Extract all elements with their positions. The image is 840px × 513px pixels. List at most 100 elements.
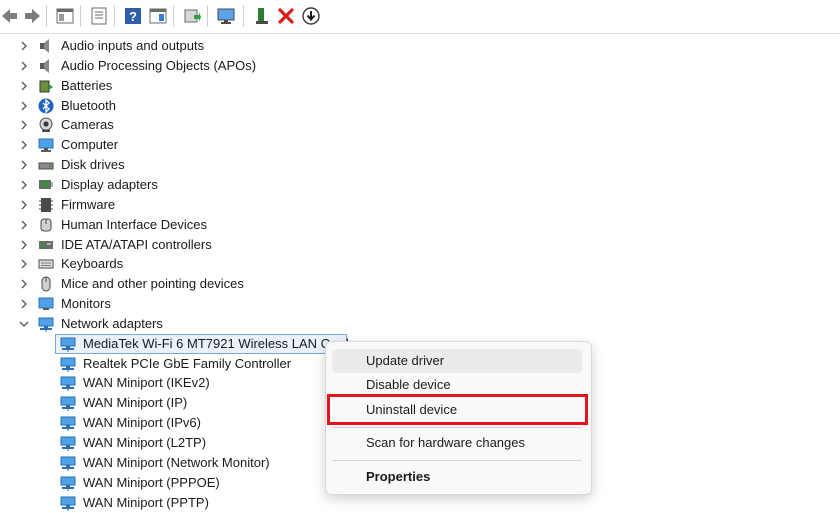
menu-item-scan-hardware[interactable]: Scan for hardware changes — [332, 431, 582, 455]
disk-drive-icon — [38, 162, 54, 170]
chevron-right-icon[interactable] — [18, 219, 30, 231]
action-pane-icon[interactable] — [148, 6, 168, 26]
red-x-icon[interactable] — [276, 6, 296, 26]
menu-item-uninstall-device[interactable]: Uninstall device — [332, 398, 582, 422]
chevron-right-icon[interactable] — [18, 239, 30, 251]
context-menu: Update driver Disable device Uninstall d… — [325, 341, 592, 495]
battery-icon — [39, 80, 53, 93]
mouse-icon — [41, 276, 51, 292]
down-arrow-circle-icon[interactable] — [301, 6, 321, 26]
menu-item-label: Scan for hardware changes — [366, 435, 525, 450]
tree-category[interactable]: Network adapters — [0, 314, 840, 334]
toolbar-separator — [46, 5, 47, 27]
tree-category[interactable]: Mice and other pointing devices — [0, 274, 840, 294]
tree-category-label: Monitors — [61, 296, 111, 311]
network-adapter-icon — [60, 337, 76, 352]
chevron-right-icon[interactable] — [18, 119, 30, 131]
help-icon[interactable]: ? — [123, 6, 143, 26]
hid-icon — [40, 218, 52, 232]
tree-category-label: Mice and other pointing devices — [61, 276, 244, 291]
tree-category[interactable]: Firmware — [0, 195, 840, 215]
tree-device-label: WAN Miniport (Network Monitor) — [83, 455, 270, 470]
properties-sheet-icon[interactable] — [89, 6, 109, 26]
monitor-scan-icon[interactable] — [216, 6, 236, 26]
console-tree-icon[interactable] — [55, 6, 75, 26]
keyboard-icon — [38, 259, 54, 269]
menu-item-disable-device[interactable]: Disable device — [332, 373, 582, 397]
speaker-icon — [40, 39, 49, 53]
chevron-right-icon[interactable] — [18, 80, 30, 92]
monitor-icon — [38, 297, 54, 310]
tree-category[interactable]: Human Interface Devices — [0, 215, 840, 235]
tree-category[interactable]: Batteries — [0, 76, 840, 96]
menu-item-properties[interactable]: Properties — [332, 465, 582, 489]
tree-category[interactable]: Bluetooth — [0, 96, 840, 116]
chevron-right-icon[interactable] — [18, 258, 30, 270]
tree-category-label: Computer — [61, 137, 119, 152]
tree-device-label: WAN Miniport (IP) — [83, 395, 188, 410]
tree-category-label: Display adapters — [61, 177, 158, 192]
chevron-right-icon[interactable] — [18, 60, 30, 72]
display-adapter-icon — [39, 180, 53, 189]
tree-category-label: Batteries — [61, 78, 113, 93]
chevron-right-icon[interactable] — [18, 298, 30, 310]
ide-controller-icon — [39, 241, 53, 249]
update-driver-icon[interactable] — [182, 6, 202, 26]
computer-icon — [38, 138, 54, 152]
tree-category-label: Firmware — [61, 197, 116, 212]
tree-device-label: WAN Miniport (IPv6) — [83, 415, 201, 430]
menu-item-label: Update driver — [366, 353, 445, 368]
tree-category[interactable]: Monitors — [0, 294, 840, 314]
chevron-right-icon[interactable] — [18, 199, 30, 211]
speaker-icon — [40, 59, 49, 73]
tree-category-label: Bluetooth — [61, 98, 116, 113]
chevron-right-icon[interactable] — [18, 40, 30, 52]
tree-category[interactable]: Disk drives — [0, 155, 840, 175]
chevron-right-icon[interactable] — [18, 278, 30, 290]
tree-category[interactable]: IDE ATA/ATAPI controllers — [0, 235, 840, 255]
toolbar-separator — [173, 5, 174, 27]
network-adapter-icon — [60, 436, 76, 451]
tree-category[interactable]: Keyboards — [0, 254, 840, 274]
menu-item-label: Disable device — [366, 377, 451, 392]
tree-category-label: Human Interface Devices — [61, 217, 207, 232]
chevron-right-icon[interactable] — [18, 159, 30, 171]
menu-item-update-driver[interactable]: Update driver — [332, 349, 582, 373]
chevron-right-icon[interactable] — [18, 179, 30, 191]
network-adapter-icon — [38, 317, 54, 332]
chevron-right-icon[interactable] — [18, 139, 30, 151]
tree-category-label: Audio Processing Objects (APOs) — [61, 58, 257, 73]
chevron-right-icon[interactable] — [18, 100, 30, 112]
toolbar: ? — [0, 0, 840, 34]
menu-separator — [332, 460, 582, 461]
network-adapter-icon — [60, 456, 76, 471]
tree-device-label: MediaTek Wi-Fi 6 MT7921 Wireless LAN Car… — [83, 336, 349, 351]
tree-category[interactable]: Audio Processing Objects (APOs) — [0, 56, 840, 76]
tree-category-label: Audio inputs and outputs — [61, 38, 205, 53]
network-adapter-icon — [60, 376, 76, 391]
toolbar-separator — [80, 5, 81, 27]
tree-device-label: WAN Miniport (IKEv2) — [83, 375, 210, 390]
tree-device-label: WAN Miniport (PPPOE) — [83, 475, 220, 490]
tree-device-label: WAN Miniport (L2TP) — [83, 435, 207, 450]
tree-device-item[interactable]: WAN Miniport (PPTP) — [0, 493, 840, 513]
toolbar-separator — [243, 5, 244, 27]
bluetooth-icon — [38, 98, 54, 114]
tree-category-label: Network adapters — [61, 316, 163, 331]
tree-category[interactable]: Display adapters — [0, 175, 840, 195]
tree-category[interactable]: Cameras — [0, 115, 840, 135]
svg-text:?: ? — [129, 9, 137, 24]
camera-icon — [39, 117, 53, 132]
tree-category[interactable]: Audio inputs and outputs — [0, 36, 840, 56]
tree-category[interactable]: Computer — [0, 135, 840, 155]
arrow-right-icon[interactable] — [22, 6, 42, 26]
tree-category-label: Cameras — [61, 117, 114, 132]
firmware-icon — [39, 198, 53, 212]
enable-device-icon[interactable] — [252, 6, 272, 26]
network-adapter-icon — [60, 396, 76, 411]
chevron-down-icon[interactable] — [18, 318, 30, 330]
menu-item-label: Uninstall device — [366, 402, 458, 417]
tree-category-label: Keyboards — [61, 256, 124, 271]
tree-device-label: Realtek PCIe GbE Family Controller — [83, 356, 292, 371]
arrow-left-icon[interactable] — [0, 6, 20, 26]
